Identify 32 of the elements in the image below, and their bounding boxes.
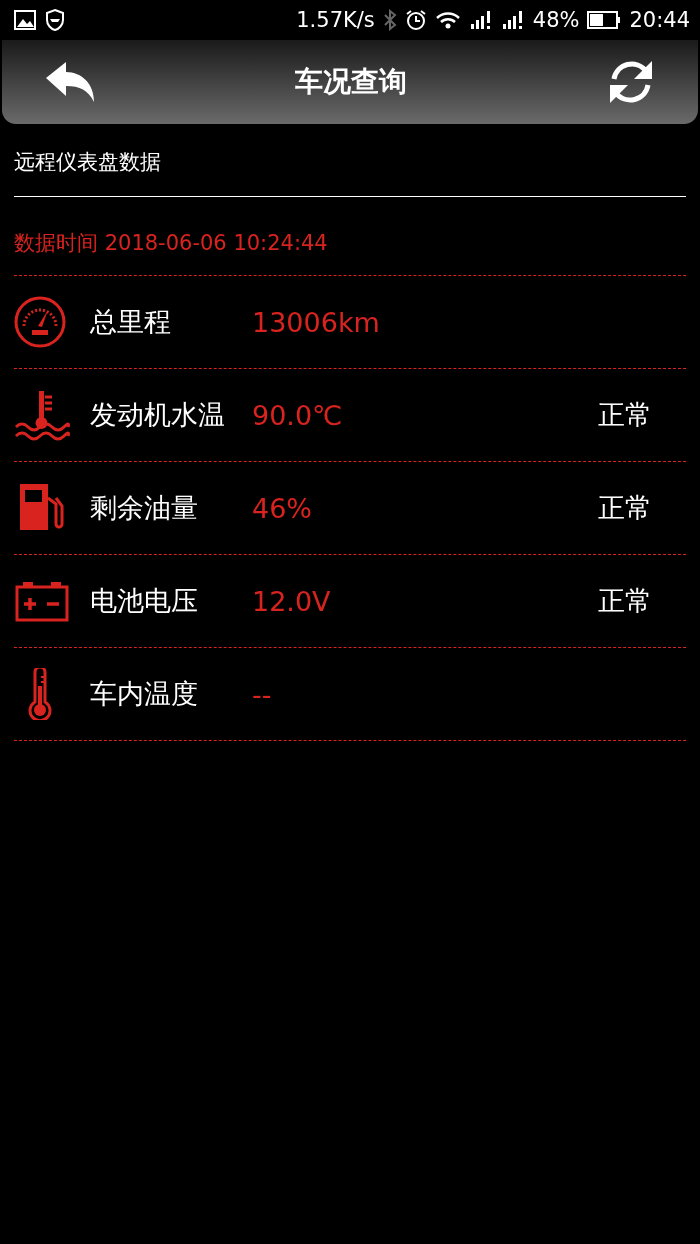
metric-value: 12.0V: [252, 585, 331, 617]
back-button[interactable]: [44, 60, 96, 104]
signal-icon: [468, 10, 493, 30]
metric-value: 13006km: [252, 306, 380, 338]
metric-label: 电池电压: [90, 584, 199, 618]
back-arrow-icon: [44, 60, 96, 104]
data-timestamp: 数据时间 2018-06-06 10:24:44: [14, 197, 686, 276]
status-text: 正常: [598, 398, 652, 432]
shield-icon: [44, 8, 66, 32]
network-speed: 1.57K/s: [296, 8, 375, 32]
battery-percentage: 48%: [532, 8, 580, 32]
metric-value: --: [252, 678, 272, 710]
metric-label: 发动机水温: [90, 398, 226, 432]
metric-label: 剩余油量: [90, 491, 199, 525]
battery-icon: [587, 11, 622, 29]
car-battery-icon: [14, 579, 70, 623]
page-title: 车况查询: [295, 64, 407, 100]
bluetooth-icon: [382, 9, 397, 31]
status-text: 正常: [598, 491, 652, 525]
clock-time: 20:44: [629, 8, 690, 32]
coolant-temperature-icon: [14, 389, 70, 441]
alarm-clock-icon: [404, 9, 427, 31]
wifi-icon: [434, 10, 461, 30]
image-icon: [14, 10, 36, 30]
metric-value: 90.0℃: [252, 399, 343, 431]
section-title: 远程仪表盘数据: [14, 148, 686, 197]
speedometer-icon: [14, 296, 66, 348]
metric-value: 46%: [252, 492, 312, 524]
signal-icon: [500, 10, 525, 30]
metric-label: 总里程: [90, 305, 172, 339]
status-text: 正常: [598, 584, 652, 618]
metric-label: 车内温度: [90, 677, 199, 711]
